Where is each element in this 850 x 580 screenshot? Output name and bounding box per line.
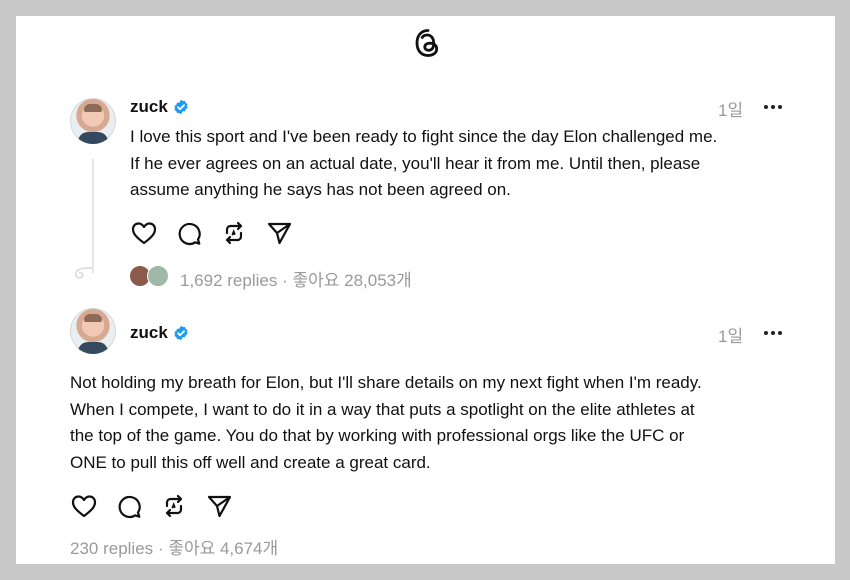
post-text: I love this sport and I've been ready to… — [130, 127, 718, 199]
replier-avatar — [147, 265, 169, 287]
share-button[interactable] — [205, 492, 233, 520]
username[interactable]: zuck — [130, 97, 168, 117]
thread-loop-icon — [74, 267, 93, 279]
likes-count[interactable]: 좋아요 4,674개 — [168, 539, 278, 558]
share-button[interactable] — [265, 219, 293, 247]
repost-button[interactable] — [160, 492, 188, 520]
like-button[interactable] — [70, 492, 98, 520]
avatar[interactable] — [70, 98, 116, 144]
replies-count[interactable]: 230 replies — [70, 539, 153, 558]
verified-badge-icon — [174, 99, 188, 115]
thread-line — [92, 159, 94, 273]
username[interactable]: zuck — [130, 323, 168, 343]
stats-separator: · — [157, 539, 164, 558]
post-text: Not holding my breath for Elon, but I'll… — [70, 373, 702, 472]
heart-icon — [131, 222, 157, 245]
likes-count[interactable]: 좋아요 28,053개 — [292, 271, 411, 290]
threads-page: zuck 1일 I love this sport and I've been … — [16, 16, 835, 564]
stats-separator: · — [282, 271, 288, 290]
heart-icon — [71, 495, 97, 518]
more-options-icon[interactable] — [762, 98, 784, 116]
post-stats: 230 replies · 좋아요 4,674개 — [70, 534, 278, 559]
replier-avatars[interactable] — [129, 265, 171, 287]
post-stats: 1,692 replies · 좋아요 28,053개 — [180, 266, 412, 291]
more-options-icon[interactable] — [762, 324, 784, 342]
avatar[interactable] — [70, 308, 116, 354]
post-time[interactable]: 1일 — [718, 322, 743, 347]
like-button[interactable] — [130, 219, 158, 247]
share-icon — [207, 495, 232, 518]
verified-badge-icon — [174, 325, 188, 341]
comment-button[interactable] — [115, 492, 143, 520]
threads-logo-icon[interactable] — [414, 28, 442, 58]
repost-button[interactable] — [220, 219, 248, 247]
comment-icon — [178, 222, 201, 246]
repost-icon — [225, 221, 243, 245]
share-icon — [267, 222, 292, 245]
repost-icon — [165, 494, 183, 518]
comment-icon — [118, 495, 141, 519]
post-time[interactable]: 1일 — [718, 96, 743, 121]
comment-button[interactable] — [175, 219, 203, 247]
replies-count[interactable]: 1,692 replies — [180, 271, 277, 290]
